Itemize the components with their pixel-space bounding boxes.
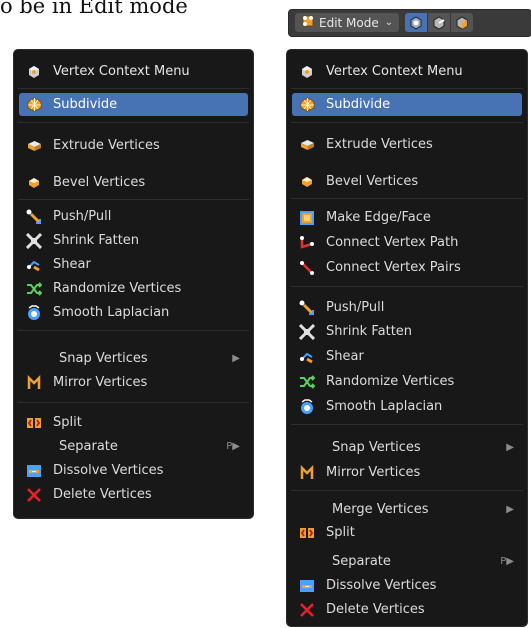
menu-item-randomize-vertices[interactable]: Randomize Vertices (292, 370, 522, 393)
menu-item-dissolve-vertices[interactable]: Dissolve Vertices (292, 574, 522, 597)
menu-item-extrude-vertices[interactable]: Extrude Vertices (292, 133, 522, 156)
subdivide-icon (25, 96, 43, 114)
menu-item-separate[interactable]: Separate P▶ (292, 550, 522, 573)
menu-item-bevel-vertices[interactable]: Bevel Vertices (19, 171, 248, 194)
face-select-icon (456, 15, 468, 30)
menu-item-randomize-vertices[interactable]: Randomize Vertices (19, 277, 248, 300)
extrude-icon (25, 137, 43, 155)
menu-item-push-pull[interactable]: Push/Pull (19, 205, 248, 228)
edit-mode-icon (301, 14, 315, 31)
split-icon (25, 414, 43, 432)
connect-path-icon (298, 234, 316, 252)
push-pull-icon (298, 299, 316, 317)
menu-item-merge-vertices[interactable]: Merge Vertices ▶ (292, 498, 522, 521)
menu-item-make-edge-face[interactable]: Make Edge/Face (292, 206, 522, 229)
menu-title: Vertex Context Menu (19, 60, 248, 83)
submenu-arrow-icon: ▶ (506, 442, 514, 453)
menu-item-separate[interactable]: Separate P▶ (19, 435, 248, 458)
menu-item-delete-vertices[interactable]: Delete Vertices (292, 598, 522, 621)
menu-item-split[interactable]: Split (292, 521, 522, 544)
menu-title: Vertex Context Menu (292, 60, 522, 83)
menu-item-delete-vertices[interactable]: Delete Vertices (19, 483, 248, 506)
edge-select-button[interactable] (428, 13, 450, 32)
vertex-mesh-icon (298, 63, 316, 81)
menu-item-smooth-laplacian[interactable]: Smooth Laplacian (292, 395, 522, 418)
delete-x-icon (298, 601, 316, 619)
bevel-icon (298, 173, 316, 191)
edge-select-icon (433, 15, 445, 30)
document-text: o be in Edit mode (0, 0, 188, 18)
menu-item-smooth-laplacian[interactable]: Smooth Laplacian (19, 301, 248, 324)
menu-item-subdivide[interactable]: Subdivide (19, 93, 248, 116)
menu-item-extrude-vertices[interactable]: Extrude Vertices (19, 134, 248, 157)
menu-item-connect-vertex-pairs[interactable]: Connect Vertex Pairs (292, 256, 522, 279)
chevron-down-icon: ⌄ (384, 17, 394, 28)
vertex-context-menu-right: Vertex Context Menu Subdivide Extrude Ve… (286, 49, 528, 627)
vertex-mesh-icon (25, 63, 43, 81)
vertex-select-icon (410, 15, 422, 30)
menu-item-connect-vertex-path[interactable]: Connect Vertex Path (292, 231, 522, 254)
dissolve-icon (298, 577, 316, 595)
separate-shortcut: P▶ (226, 441, 240, 452)
mode-dropdown[interactable]: Edit Mode ⌄ (295, 13, 399, 32)
menu-item-snap-vertices[interactable]: Snap Vertices ▶ (292, 436, 522, 459)
menu-item-mirror-vertices[interactable]: Mirror Vertices (19, 371, 248, 394)
randomize-icon (298, 373, 316, 391)
menu-item-dissolve-vertices[interactable]: Dissolve Vertices (19, 459, 248, 482)
menu-item-snap-vertices[interactable]: Snap Vertices ▶ (19, 347, 248, 370)
mirror-icon (25, 374, 43, 392)
shrink-fatten-icon (25, 232, 43, 250)
connect-pairs-icon (298, 259, 316, 277)
editor-header: Edit Mode ⌄ (288, 9, 531, 37)
select-mode-group (405, 13, 473, 32)
bevel-icon (25, 174, 43, 192)
menu-item-split[interactable]: Split (19, 411, 248, 434)
dissolve-icon (25, 462, 43, 480)
push-pull-icon (25, 208, 43, 226)
menu-item-mirror-vertices[interactable]: Mirror Vertices (292, 461, 522, 484)
menu-item-bevel-vertices[interactable]: Bevel Vertices (292, 170, 522, 193)
menu-item-shear[interactable]: Shear (292, 345, 522, 368)
menu-item-subdivide[interactable]: Subdivide (292, 93, 522, 116)
randomize-icon (25, 280, 43, 298)
menu-item-shrink-fatten[interactable]: Shrink Fatten (19, 229, 248, 252)
menu-item-shear[interactable]: Shear (19, 253, 248, 276)
mirror-icon (298, 464, 316, 482)
menu-item-shrink-fatten[interactable]: Shrink Fatten (292, 320, 522, 343)
shear-icon (298, 348, 316, 366)
submenu-arrow-icon: ▶ (506, 504, 514, 515)
mode-dropdown-label: Edit Mode (319, 15, 379, 30)
menu-item-push-pull[interactable]: Push/Pull (292, 296, 522, 319)
smooth-laplacian-icon (298, 398, 316, 416)
delete-x-icon (25, 486, 43, 504)
separate-shortcut: P▶ (500, 556, 514, 567)
vertex-select-button[interactable] (405, 13, 427, 32)
shear-icon (25, 256, 43, 274)
make-edge-face-icon (298, 209, 316, 227)
shrink-fatten-icon (298, 323, 316, 341)
split-icon (298, 524, 316, 542)
subdivide-icon (298, 96, 316, 114)
face-select-button[interactable] (451, 13, 473, 32)
vertex-context-menu-left: Vertex Context Menu Subdivide Extrude Ve… (13, 49, 254, 519)
submenu-arrow-icon: ▶ (232, 353, 240, 364)
smooth-laplacian-icon (25, 304, 43, 322)
extrude-icon (298, 136, 316, 154)
